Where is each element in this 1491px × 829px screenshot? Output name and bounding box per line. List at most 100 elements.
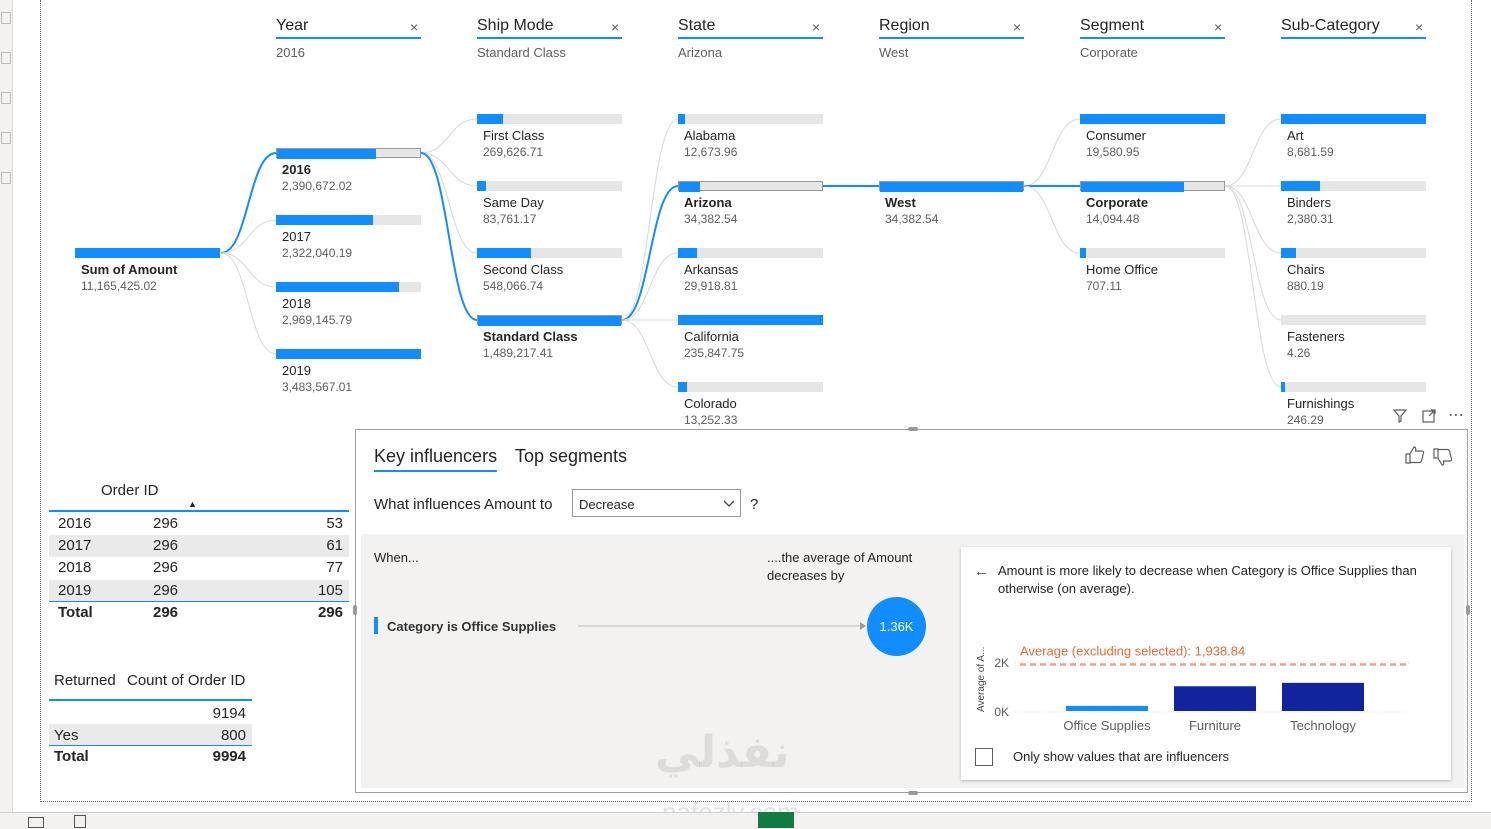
page-nav-first-icon[interactable]	[28, 817, 44, 828]
table1-col-b: 77	[326, 559, 343, 576]
column-header-5[interactable]: Sub-Category	[1281, 17, 1380, 35]
ship-node-2-bar-fill	[477, 248, 531, 258]
table2-col-count[interactable]: Count of Order ID	[127, 672, 245, 689]
state-node-3-bar[interactable]	[678, 315, 823, 325]
resize-handle-right[interactable]	[1466, 605, 1470, 615]
tab-top-segments[interactable]: Top segments	[515, 446, 627, 467]
thumbs-up-icon[interactable]	[1404, 446, 1426, 469]
state-node-1-bar[interactable]	[678, 181, 823, 192]
table-row[interactable]	[49, 580, 349, 602]
table1-year: 2019	[58, 582, 92, 599]
root-node-bar[interactable]	[75, 248, 220, 258]
focus-mode-icon[interactable]	[1421, 408, 1437, 429]
table-row[interactable]	[49, 513, 349, 535]
ship-node-1-value: 83,761.17	[483, 212, 537, 226]
subcat-node-1-bar[interactable]	[1281, 181, 1426, 191]
thumbs-down-icon[interactable]	[1432, 448, 1454, 471]
column-underline-4	[1080, 37, 1225, 39]
table1-col-b: 61	[326, 537, 343, 554]
subcat-node-0-bar[interactable]	[1281, 114, 1426, 124]
add-page-button[interactable]	[758, 812, 794, 828]
category-bar-chart: 2K 0K Average of A... Office Supplies Furnit…	[976, 643, 1410, 733]
close-icon[interactable]: ×	[611, 19, 619, 35]
table2-label: Yes	[54, 727, 79, 744]
region-node-0-bar[interactable]	[879, 181, 1024, 192]
column-header-2[interactable]: State	[678, 17, 715, 35]
close-icon[interactable]: ×	[1214, 19, 1222, 35]
column-header-4[interactable]: Segment	[1080, 17, 1144, 35]
subcat-node-4-bar-fill	[1281, 382, 1286, 392]
segment-node-2-label: Home Office	[1086, 262, 1159, 277]
ship-node-0-bar[interactable]	[477, 114, 622, 124]
influencer-label[interactable]: Category is Office Supplies	[387, 619, 556, 634]
subcat-node-3-label: Fasteners	[1287, 329, 1345, 344]
detail-text-line2: otherwise (on average).	[998, 581, 1135, 596]
segment-node-2-bar[interactable]	[1080, 248, 1225, 258]
table1-header[interactable]: Order ID	[101, 482, 159, 499]
tree-connectors	[220, 118, 1282, 388]
dropdown-value: Decrease	[579, 497, 635, 512]
table-row[interactable]	[49, 557, 349, 579]
direction-dropdown[interactable]: Decrease	[572, 489, 741, 517]
help-icon[interactable]: ?	[750, 496, 758, 513]
back-arrow-icon[interactable]: ←	[974, 563, 989, 580]
subcat-node-2-bar[interactable]	[1281, 248, 1426, 258]
year-node-2019-bar[interactable]	[276, 349, 421, 359]
subcat-node-4-bar[interactable]	[1281, 382, 1426, 392]
state-node-1-bar-fill	[679, 182, 701, 192]
year-node-2018-bar[interactable]	[276, 282, 421, 292]
tree-connector	[420, 118, 478, 154]
state-node-2-bar[interactable]	[678, 248, 823, 258]
page-nav-icon[interactable]	[74, 815, 86, 828]
tree-connector	[420, 152, 478, 321]
resize-handle-left[interactable]	[353, 605, 357, 615]
resize-handle-top[interactable]	[908, 427, 918, 431]
year-node-2018-bar-fill	[276, 282, 400, 292]
filter-icon[interactable]	[1392, 408, 1408, 427]
state-node-4-bar[interactable]	[678, 382, 823, 392]
column-header-1[interactable]: Ship Mode	[477, 17, 554, 35]
influencers-only-checkbox[interactable]	[975, 748, 993, 766]
table1-col-a: 296	[153, 559, 179, 576]
year-node-2016-value: 2,390,672.02	[282, 179, 353, 193]
tree-connector	[1224, 185, 1282, 254]
column-filter-0: 2016	[276, 45, 305, 60]
year-node-2017-bar[interactable]	[276, 215, 421, 225]
column-underline-0	[276, 37, 421, 39]
state-node-1-label: Arizona	[684, 195, 732, 210]
year-node-2016-bar[interactable]	[276, 148, 421, 159]
column-header-3[interactable]: Region	[879, 17, 930, 35]
ship-node-1-bar[interactable]	[477, 181, 622, 191]
when-label: When...	[374, 550, 419, 565]
table1-col-a: 296	[153, 582, 179, 599]
ship-node-3-value: 1,489,217.41	[483, 346, 554, 360]
impact-bubble[interactable]: 1.36K	[867, 597, 926, 656]
table2-total-label: Total	[54, 748, 89, 765]
segment-node-1-bar[interactable]	[1080, 181, 1225, 192]
ship-node-2-bar[interactable]	[477, 248, 622, 258]
ship-node-3-bar-fill	[478, 316, 621, 326]
column-header-0[interactable]: Year	[276, 17, 308, 35]
ship-node-3-bar[interactable]	[477, 315, 622, 326]
year-node-2017-bar-fill	[276, 215, 374, 225]
tab-key-influencers[interactable]: Key influencers	[374, 446, 497, 467]
close-icon[interactable]: ×	[1415, 19, 1423, 35]
subcat-node-3-bar[interactable]	[1281, 315, 1426, 325]
close-icon[interactable]: ×	[1013, 19, 1021, 35]
close-icon[interactable]: ×	[410, 19, 418, 35]
subcat-node-4-value: 246.29	[1287, 413, 1324, 427]
table2-value: 9194	[212, 705, 246, 722]
state-node-0-bar[interactable]	[678, 114, 823, 124]
column-filter-3: West	[879, 45, 909, 60]
more-options-icon[interactable]: ⋯	[1448, 405, 1465, 425]
close-icon[interactable]: ×	[812, 19, 820, 35]
table-row[interactable]	[49, 535, 349, 557]
subcat-node-0-label: Art	[1287, 128, 1304, 143]
table2-col-returned[interactable]: Returned	[54, 672, 116, 689]
sort-ascending-icon[interactable]: ▲	[188, 499, 197, 509]
root-node-value: 11,165,425.02	[81, 279, 157, 293]
subcat-node-2-bar-fill	[1281, 248, 1296, 258]
segment-node-0-bar[interactable]	[1080, 114, 1225, 124]
table1-year: 2017	[58, 537, 92, 554]
resize-handle-bottom[interactable]	[908, 791, 918, 795]
